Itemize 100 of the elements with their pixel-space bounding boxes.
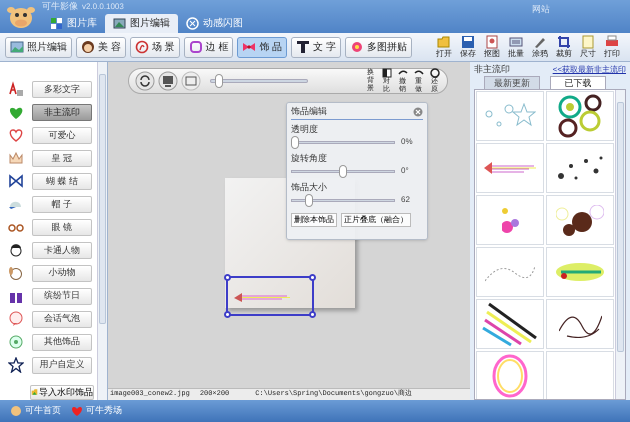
slider-label: 透明度 [291, 123, 319, 135]
category-button[interactable]: 眼 镜 [32, 218, 92, 236]
canvas-tool-button[interactable] [158, 71, 178, 91]
letter-t-icon [296, 40, 310, 54]
crown-icon [8, 150, 24, 166]
category-button[interactable]: 卡通人物 [32, 242, 92, 259]
save-icon [461, 35, 475, 49]
folder-icon [437, 35, 451, 49]
splatter-sticker-drawing [558, 156, 602, 180]
letters-icon [8, 81, 24, 98]
toolbar-button[interactable]: 批量 [505, 35, 527, 59]
toolbar-button[interactable]: 涂鸦 [529, 35, 551, 59]
resize-handle[interactable] [224, 274, 231, 281]
heart-icon [8, 127, 24, 144]
sticker-thumbnail[interactable] [546, 299, 614, 349]
portrait-icon [485, 35, 499, 49]
sticker-thumbnail[interactable] [476, 195, 544, 245]
slider-thumb[interactable] [291, 136, 299, 148]
contrast-icon [380, 68, 392, 78]
tool-tab[interactable]: 饰 品 [237, 36, 288, 58]
app-title: 可牛影像 [42, 0, 78, 14]
canvas-tool-button[interactable] [181, 71, 201, 91]
sticker-thumbnail[interactable] [476, 351, 544, 399]
tool-tab[interactable]: 边 框 [184, 36, 234, 58]
tool-tab[interactable]: 多图拼贴 [344, 36, 412, 58]
frame-icon [188, 40, 203, 54]
tool-tab[interactable]: 美 容 [76, 36, 126, 58]
resize-handle[interactable] [309, 311, 316, 318]
footer-link[interactable]: 可牛首页 [10, 404, 61, 418]
main-tab[interactable]: 动感闪图 [178, 14, 251, 33]
category-button[interactable]: 皇 冠 [32, 150, 92, 167]
import-button[interactable]: 导入水印饰品 [30, 384, 94, 400]
slider-thumb[interactable] [214, 74, 222, 88]
panel-button[interactable]: 删除本饰品 [291, 213, 337, 227]
toolbar-button[interactable]: 保存 [457, 35, 479, 59]
category-button[interactable]: 小动物 [32, 264, 92, 282]
slider-reading: 62 [401, 194, 410, 206]
picture-icon [113, 17, 126, 30]
category-button[interactable]: 非主流印 [32, 104, 92, 121]
fit-screen-icon [181, 71, 201, 91]
stack-icon [509, 35, 523, 49]
toolbar-button[interactable]: 裁剪 [553, 35, 575, 59]
sticker-thumbnail[interactable] [546, 143, 614, 193]
category-button[interactable]: 蝴 蝶 结 [32, 172, 92, 190]
panel-tab[interactable]: 已下载 [550, 76, 606, 89]
category-button[interactable]: 帽 子 [32, 196, 92, 213]
panel-title: 饰品编辑 [291, 105, 327, 118]
close-button[interactable] [413, 107, 423, 117]
footer-link[interactable]: 可牛秀场 [71, 404, 122, 418]
slider-reading: 0% [401, 136, 413, 148]
printer-icon [605, 35, 619, 49]
toolbar-button[interactable]: 打印 [601, 35, 623, 59]
folder-icon [31, 387, 38, 398]
category-button[interactable]: 会话气泡 [32, 310, 92, 328]
sticker-thumbnail[interactable] [546, 91, 614, 141]
resize-handle[interactable] [224, 311, 231, 318]
sticker-thumbnail[interactable] [546, 195, 614, 245]
tool-tab[interactable]: 照片编辑 [5, 36, 72, 58]
tool-tab[interactable]: 场 景 [130, 36, 180, 58]
slider-reading: 0° [401, 165, 409, 177]
sticker-thumbnail[interactable] [546, 247, 614, 297]
selection-box[interactable] [226, 276, 314, 316]
panel-tab[interactable]: 最新更新 [484, 76, 540, 89]
canvas-tool-button[interactable] [135, 71, 155, 91]
slider-track[interactable] [291, 164, 395, 178]
sticker-thumbnail[interactable] [476, 91, 544, 141]
streaks-sticker-drawing [484, 162, 536, 174]
panel-title: 非主流印 [474, 63, 510, 76]
category-button[interactable]: 可爱心 [32, 126, 92, 144]
scrollbar[interactable] [615, 90, 625, 399]
slider-track[interactable] [291, 136, 395, 148]
bow-icon [242, 40, 256, 54]
slider-thumb[interactable] [305, 194, 314, 206]
sticker-thumbnail[interactable] [476, 247, 544, 297]
heart-icon [71, 405, 83, 417]
tool-tab[interactable]: 文 字 [291, 36, 341, 58]
category-button[interactable]: 其他饰品 [32, 334, 92, 351]
panel-button[interactable]: 正片叠底（融合） [341, 213, 411, 227]
grid-icon [50, 17, 63, 30]
scrollbar[interactable] [97, 62, 107, 400]
category-button[interactable]: 多彩文字 [32, 80, 92, 98]
zoom-slider[interactable] [210, 74, 308, 88]
sticker-thumbnail[interactable] [546, 351, 614, 399]
dots-sticker-drawing [556, 204, 604, 236]
get-more-link[interactable]: <<获取最新非主流印 [552, 64, 626, 76]
sticker-thumbnail[interactable] [476, 299, 544, 349]
category-button[interactable]: 用户自定义 [32, 356, 92, 374]
toolbar-button[interactable]: 打开 [433, 35, 455, 59]
toolbar-button[interactable]: 尺寸 [577, 35, 599, 59]
slider-label: 饰品大小 [291, 181, 328, 193]
cow-icon [10, 405, 22, 417]
sticker-thumbnail[interactable] [476, 143, 544, 193]
category-button[interactable]: 缤纷节日 [32, 288, 92, 305]
slider-thumb[interactable] [339, 164, 347, 178]
refresh-icon [135, 71, 155, 91]
main-tab[interactable]: 图片编辑 [105, 14, 178, 33]
brush-icon [533, 35, 547, 49]
slider-track[interactable] [291, 194, 395, 206]
toolbar-button[interactable]: 抠图 [481, 35, 503, 59]
streak-sticker-drawing [232, 290, 292, 304]
